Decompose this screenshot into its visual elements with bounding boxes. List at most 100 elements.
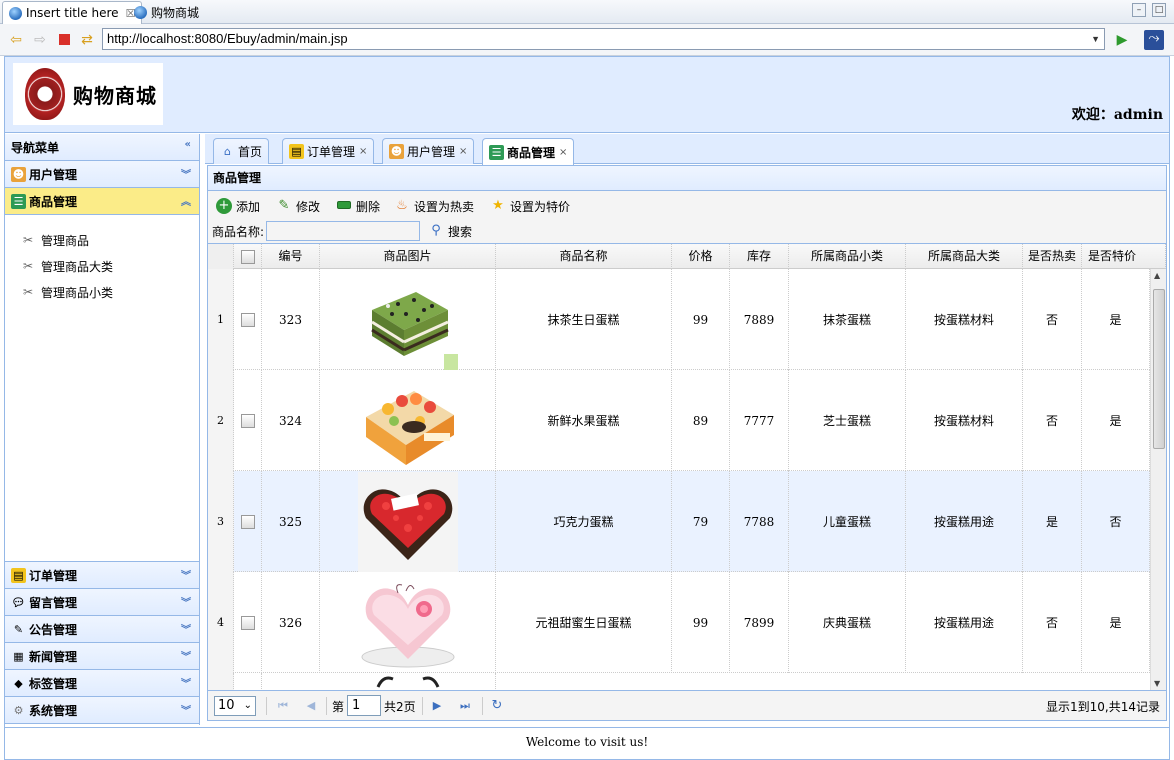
column-header[interactable]: 商品图片 — [320, 244, 496, 269]
table-row[interactable]: 2 324 新鲜水果蛋糕 89 7777 芝士蛋糕 按蛋糕材料 否 是 — [208, 370, 1150, 471]
vertical-scrollbar[interactable]: ▲ ▼ — [1150, 269, 1166, 690]
column-header[interactable]: 价格 — [672, 244, 730, 269]
prev-page-icon[interactable]: ◀ — [304, 699, 318, 713]
logo-seal-icon — [25, 68, 65, 120]
tag-icon: ◆ — [14, 676, 23, 690]
sidebar-group-label: 系统管理 — [29, 703, 78, 718]
scrollbar-thumb[interactable] — [1153, 289, 1165, 449]
chevron-down-icon[interactable]: ▼ — [1091, 29, 1100, 49]
sidebar-group-label: 新闻管理 — [29, 649, 78, 664]
column-header[interactable]: 是否热卖 — [1023, 244, 1082, 269]
next-page-icon[interactable]: ▶ — [430, 699, 444, 713]
heart-cake-image — [361, 583, 454, 667]
back-icon[interactable]: ⇦ — [8, 32, 24, 48]
sidebar-group-label: 订单管理 — [29, 568, 78, 583]
goods-datagrid: 编号 商品图片 商品名称 价格 库存 所属商品小类 所属商品大类 是否热卖 是否… — [207, 243, 1167, 691]
first-page-icon[interactable]: ⏮ — [276, 699, 290, 713]
refresh-icon[interactable]: ⇄ — [79, 32, 95, 48]
close-icon[interactable]: × — [559, 147, 567, 158]
column-header[interactable]: 所属商品小类 — [789, 244, 906, 269]
cell-id: 326 — [262, 572, 320, 673]
sidebar-group-orders[interactable]: ▤ 订单管理 ︾ — [5, 562, 199, 589]
sidebar-group-label: 标签管理 — [29, 676, 78, 691]
page-prefix: 第 — [332, 700, 345, 714]
add-button[interactable]: + 添加 — [216, 195, 260, 217]
tab-orders[interactable]: ▤ 订单管理 × — [282, 138, 375, 164]
select-all-checkbox[interactable] — [240, 249, 255, 264]
cell-hot: 是 — [1023, 471, 1082, 572]
table-row[interactable] — [208, 673, 1150, 690]
gear-icon: ⚙ — [13, 703, 24, 717]
cell-image — [320, 471, 496, 572]
cell-price: 99 — [672, 269, 730, 370]
sidebar-item-manage-goods[interactable]: ✂ 管理商品 — [5, 227, 199, 253]
column-header[interactable]: 编号 — [262, 244, 320, 269]
edit-button[interactable]: ✎ 修改 — [276, 195, 320, 217]
go-icon[interactable]: ▶ — [1114, 32, 1130, 48]
row-number: 3 — [208, 471, 234, 572]
scroll-up-icon[interactable]: ▲ — [1154, 271, 1160, 280]
column-header[interactable]: 是否特价 — [1082, 244, 1166, 269]
matcha-cake-image — [370, 291, 458, 370]
row-checkbox[interactable] — [240, 615, 255, 630]
home-icon: ⌂ — [224, 145, 231, 158]
close-icon[interactable]: × — [359, 146, 367, 157]
row-checkbox[interactable] — [240, 413, 255, 428]
cell-stock: 7788 — [730, 471, 789, 572]
sidebar-group-news[interactable]: ▦ 新闻管理 ︾ — [5, 643, 199, 670]
sidebar-item-manage-categories[interactable]: ✂ 管理商品大类 — [5, 253, 199, 279]
page-size-select[interactable]: 10 ⌄ — [214, 696, 256, 716]
column-header[interactable]: 库存 — [730, 244, 789, 269]
row-checkbox[interactable] — [240, 312, 255, 327]
last-page-icon[interactable]: ⏭ — [458, 699, 472, 713]
forward-icon[interactable]: ⇨ — [32, 32, 48, 48]
chevron-down-icon: ︾ — [181, 706, 191, 717]
sidebar-group-goods[interactable]: ☰ 商品管理 ︽ — [5, 188, 199, 215]
maximize-button[interactable]: □ — [1152, 3, 1166, 17]
ide-tab-shop[interactable]: 购物商城 — [128, 1, 205, 24]
cell-name: 新鲜水果蛋糕 — [496, 370, 672, 471]
sidebar-group-users[interactable]: ☻ 用户管理 ︾ — [5, 161, 199, 188]
table-row[interactable]: 3 325 巧克力蛋糕 79 7788 儿童蛋糕 按蛋糕用途 是 否 — [208, 471, 1150, 572]
search-button[interactable]: ⚲ 搜索 — [428, 223, 472, 240]
refresh-icon[interactable]: ↻ — [490, 699, 504, 713]
close-icon[interactable]: × — [459, 146, 467, 157]
tab-home[interactable]: ⌂ 首页 — [213, 138, 270, 164]
sidebar-group-label: 用户管理 — [29, 167, 78, 182]
panel-title: 商品管理 — [207, 165, 1167, 191]
tab-goods[interactable]: ☰ 商品管理 × — [482, 138, 575, 165]
ide-tab-insert-title[interactable]: Insert title here ☒ — [2, 1, 143, 24]
row-number — [208, 673, 234, 690]
table-row[interactable]: 4 326 元祖甜蜜生日蛋糕 99 7899 庆典蛋糕 按蛋糕用途 否 是 — [208, 572, 1150, 673]
sidebar-item-label: 管理商品大类 — [41, 259, 114, 274]
scroll-down-icon[interactable]: ▼ — [1154, 679, 1160, 688]
column-header[interactable]: 所属商品大类 — [906, 244, 1023, 269]
row-checkbox[interactable] — [240, 514, 255, 529]
url-text: http://localhost:8080/Ebuy/admin/main.js… — [107, 31, 348, 46]
sidebar-group-messages[interactable]: 💬︎ 留言管理 ︾ — [5, 589, 199, 616]
sidebar-group-label: 公告管理 — [29, 622, 78, 637]
cell-special: 是 — [1082, 572, 1150, 673]
sidebar-item-manage-subcategories[interactable]: ✂ 管理商品小类 — [5, 279, 199, 305]
stop-icon[interactable] — [56, 32, 72, 48]
cell-stock: 7777 — [730, 370, 789, 471]
browser-menu-icon[interactable]: ⤳ — [1144, 30, 1164, 50]
set-hot-button[interactable]: ♨ 设置为热卖 — [394, 195, 474, 217]
search-input[interactable] — [266, 221, 421, 241]
set-special-button[interactable]: ★ 设置为特价 — [490, 195, 570, 217]
cell-id: 325 — [262, 471, 320, 572]
url-field[interactable]: http://localhost:8080/Ebuy/admin/main.js… — [102, 28, 1105, 50]
sidebar-group-tags[interactable]: ◆ 标签管理 ︾ — [5, 670, 199, 697]
edit-label: 修改 — [296, 199, 321, 214]
sidebar-group-system[interactable]: ⚙ 系统管理 ︾ — [5, 697, 199, 724]
collapse-left-icon[interactable]: « — [185, 139, 191, 150]
sidebar-group-notices[interactable]: ✎ 公告管理 ︾ — [5, 616, 199, 643]
tab-users[interactable]: ☻ 用户管理 × — [382, 138, 475, 164]
minimize-button[interactable]: – — [1132, 3, 1146, 17]
table-row[interactable]: 1 323 抹茶生日蛋糕 99 7889 抹茶蛋糕 按蛋糕材料 否 是 — [208, 269, 1150, 370]
cell-image — [320, 673, 496, 690]
page-number-input[interactable]: 1 — [347, 695, 381, 716]
column-header[interactable]: 商品名称 — [496, 244, 672, 269]
users-icon: ☻ — [389, 144, 404, 159]
delete-button[interactable]: 删除 — [336, 195, 380, 217]
